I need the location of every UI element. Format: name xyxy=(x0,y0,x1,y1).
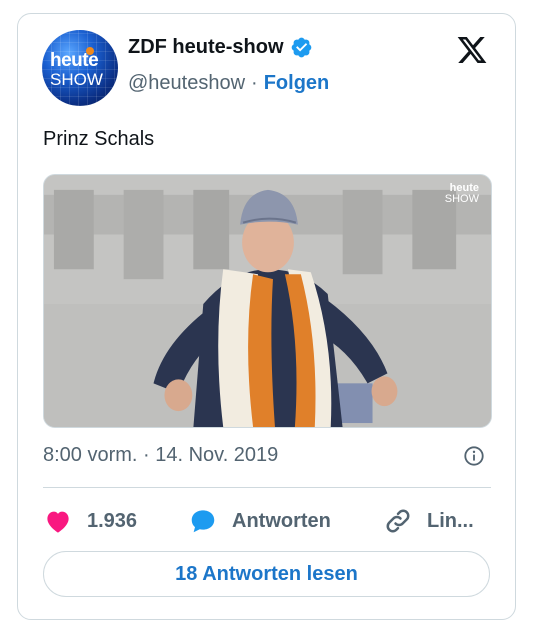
author-handle[interactable]: @heuteshow xyxy=(128,72,245,95)
tweet-text: Prinz Schals xyxy=(43,128,155,150)
tweet-card: heute SHOW ZDF heute-show @heuteshow · F… xyxy=(17,13,516,620)
like-count: 1.936 xyxy=(87,509,138,532)
author-handle-row: @heuteshow · Folgen xyxy=(128,72,329,95)
read-replies-button[interactable]: 18 Antworten lesen xyxy=(43,551,490,597)
info-icon[interactable] xyxy=(463,445,485,467)
avatar[interactable]: heute SHOW xyxy=(42,30,118,106)
media-photo xyxy=(44,175,491,427)
verified-badge-icon xyxy=(291,37,311,58)
tweet-media-image[interactable]: heute SHOW xyxy=(43,174,492,428)
copy-link-button[interactable]: Lin... xyxy=(383,504,474,538)
like-button[interactable]: 1.936 xyxy=(43,504,137,538)
link-label: Lin... xyxy=(427,509,474,532)
watermark-bottom: SHOW xyxy=(444,193,479,205)
tweet-timestamp[interactable]: 8:00 vorm. · 14. Nov. 2019 xyxy=(43,444,278,467)
reply-label: Antworten xyxy=(232,509,331,532)
avatar-logo-bottom: SHOW xyxy=(50,70,103,89)
link-icon xyxy=(386,509,410,533)
handle-separator: · xyxy=(251,72,258,94)
author-display-name[interactable]: ZDF heute-show xyxy=(128,36,284,59)
reply-button[interactable]: Antworten xyxy=(188,504,331,538)
divider xyxy=(43,487,491,488)
x-logo-icon[interactable] xyxy=(455,34,489,66)
media-watermark: heute SHOW xyxy=(445,183,479,205)
tweet-actions: 1.936 Antworten Lin... xyxy=(43,504,495,538)
heart-icon xyxy=(47,511,69,533)
speech-bubble-icon xyxy=(191,510,215,533)
follow-button[interactable]: Folgen xyxy=(264,72,330,95)
author-name-row: ZDF heute-show xyxy=(128,36,313,59)
avatar-logo-dot xyxy=(86,47,94,55)
